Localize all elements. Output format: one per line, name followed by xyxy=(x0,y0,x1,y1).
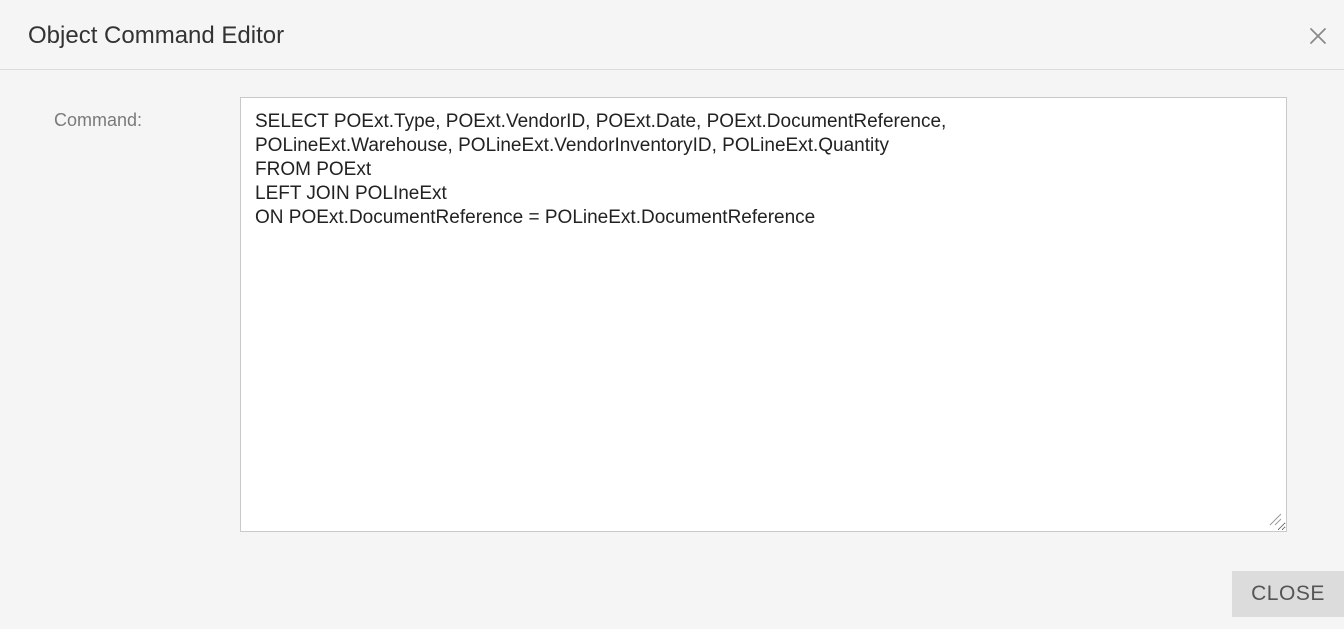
object-command-editor-dialog: Object Command Editor Command: SELECT PO… xyxy=(0,0,1344,629)
close-icon[interactable] xyxy=(1306,24,1330,48)
dialog-title: Object Command Editor xyxy=(28,22,285,49)
dialog-header: Object Command Editor xyxy=(0,0,1344,70)
close-button[interactable]: CLOSE xyxy=(1232,571,1344,617)
dialog-body: Command: SELECT POExt.Type, POExt.Vendor… xyxy=(0,71,1344,629)
command-textarea[interactable]: SELECT POExt.Type, POExt.VendorID, POExt… xyxy=(240,97,1287,532)
command-label: Command: xyxy=(54,110,143,130)
